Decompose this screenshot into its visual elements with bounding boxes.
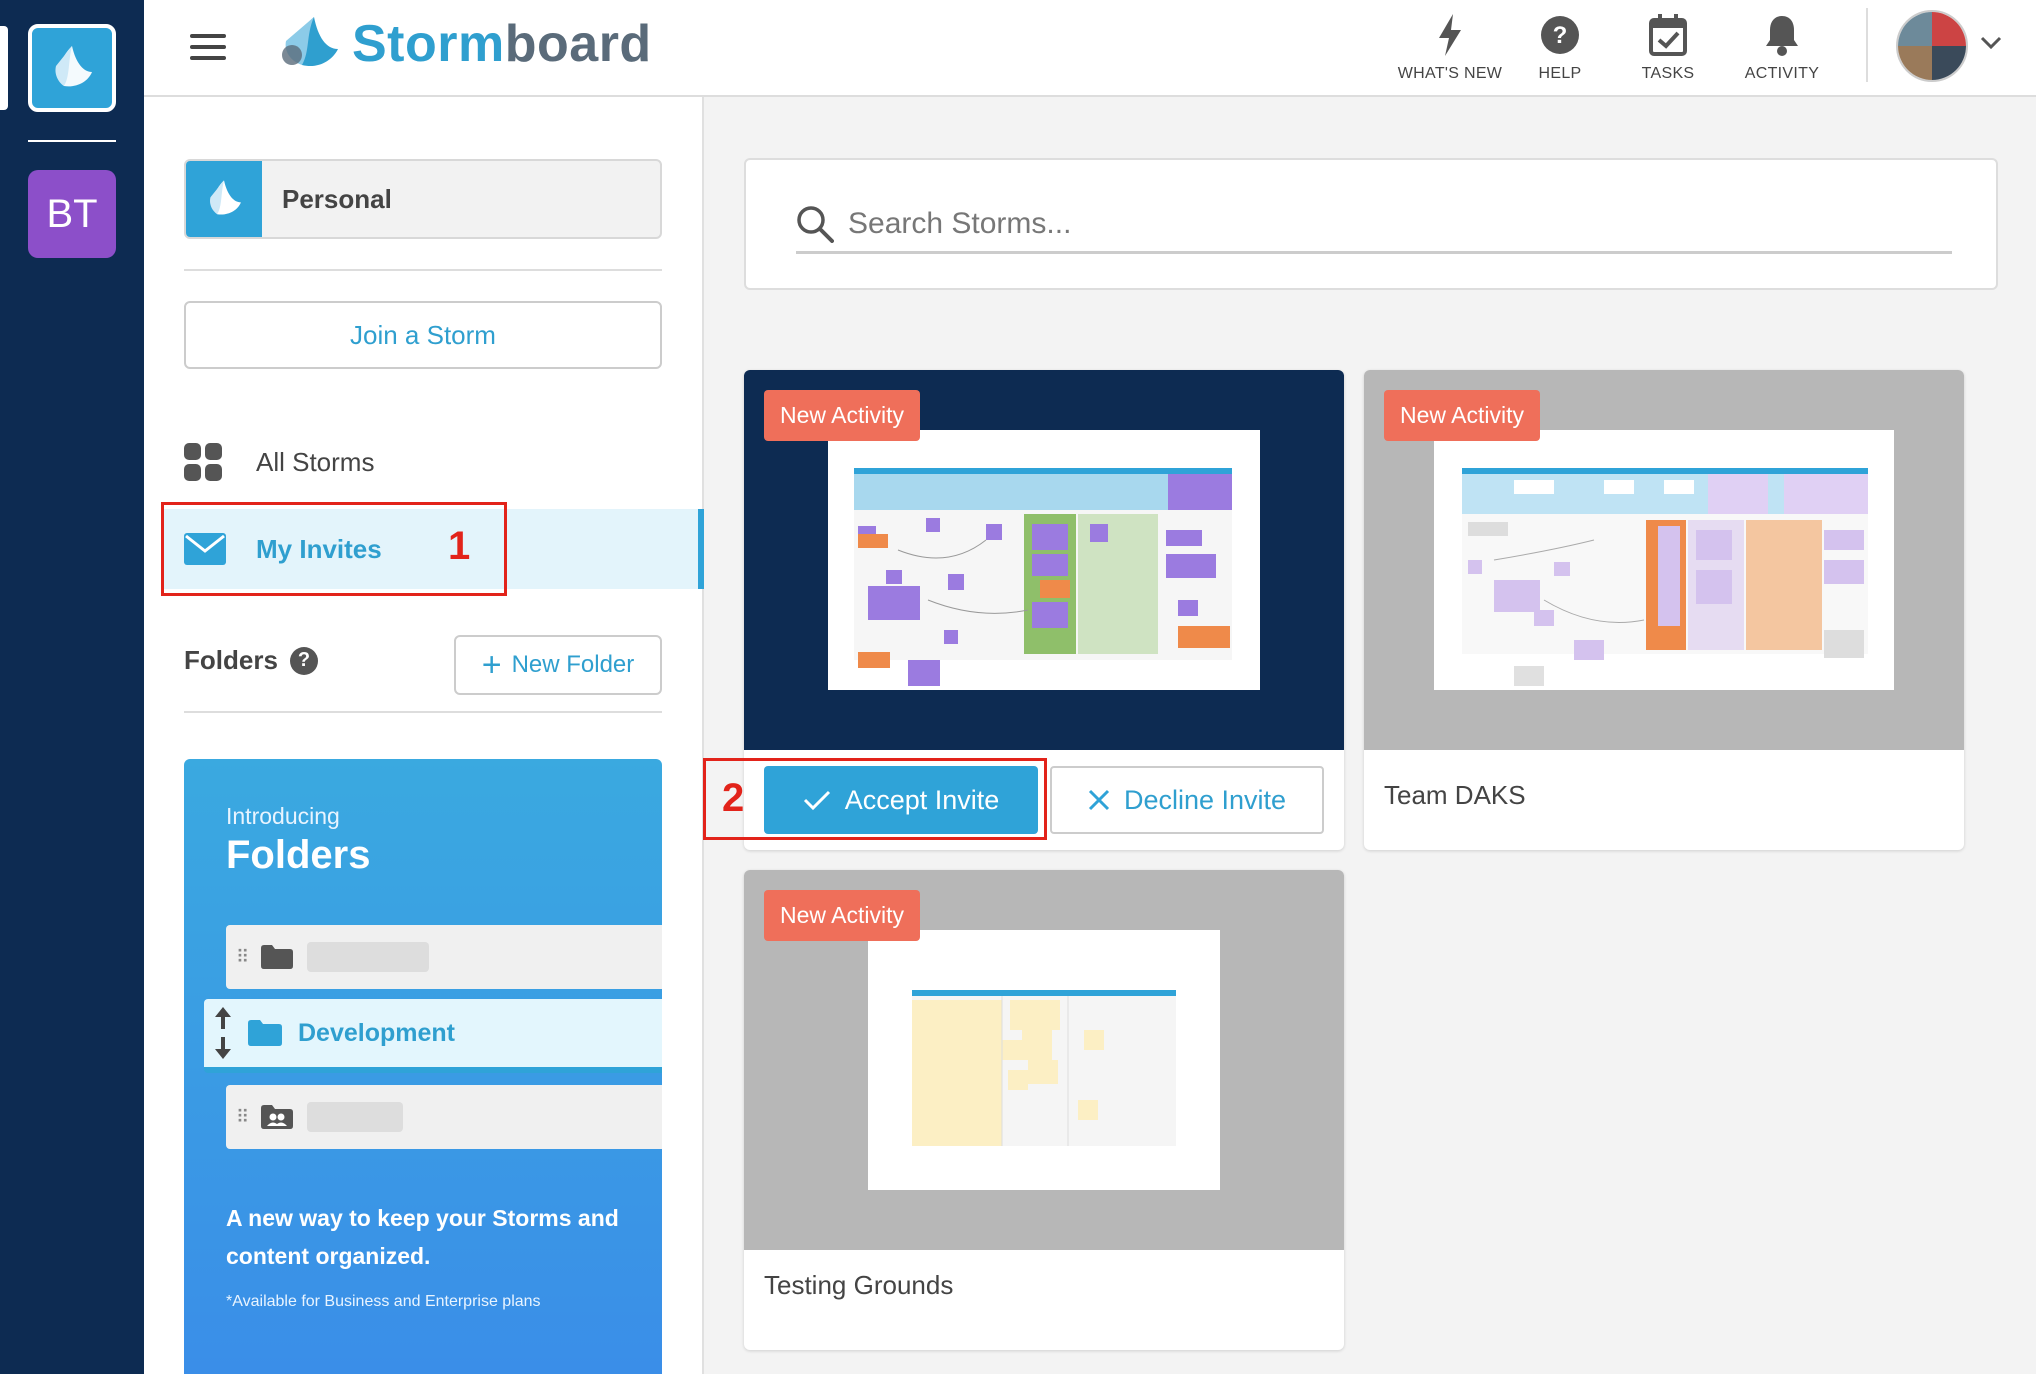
rail-divider (28, 140, 116, 142)
sidebar: Personal Join a Storm All Storms My Invi… (144, 97, 704, 1374)
new-folder-button[interactable]: + New Folder (454, 635, 662, 695)
shared-folder-icon (261, 1105, 294, 1129)
divider (184, 269, 662, 271)
decline-invite-button[interactable]: Decline Invite (1050, 766, 1324, 834)
brand-logo[interactable]: Stormboard (280, 14, 652, 74)
promo-folder-row: ⠿ (226, 1085, 662, 1149)
folders-promo-card: Introducing Folders ⠿ Development ⠿ A ne… (184, 759, 662, 1374)
folders-heading: Folders ? (184, 645, 318, 676)
promo-folder-label: Development (298, 1018, 455, 1047)
search-field[interactable] (796, 196, 1952, 254)
help-circle-icon: ? (1541, 16, 1579, 54)
storm-card[interactable]: New Activity Team DAKS (1364, 370, 1964, 850)
new-activity-badge: New Activity (764, 390, 920, 441)
storm-card-preview[interactable]: New Activity (744, 870, 1344, 1250)
folder-icon (248, 1020, 282, 1046)
storm-thumbnail (828, 430, 1260, 690)
stormboard-logo-icon[interactable] (28, 24, 116, 112)
drag-handle-icon: ⠿ (236, 1106, 249, 1127)
search-icon (797, 205, 834, 243)
storm-card-title[interactable]: Team DAKS (1384, 780, 1526, 811)
storm-thumbnail (1434, 430, 1894, 690)
grid-icon (184, 443, 222, 481)
help-label: HELP (1538, 65, 1582, 82)
placeholder-bar (307, 1102, 404, 1132)
storm-card-title[interactable]: Testing Grounds (764, 1270, 953, 1301)
chevron-down-icon[interactable] (1980, 36, 2002, 50)
nav-all-storms[interactable]: All Storms (184, 437, 374, 487)
search-input[interactable] (848, 206, 1848, 241)
whats-new-label: WHAT'S NEW (1397, 65, 1503, 82)
annotation-number-2: 2 (722, 776, 745, 820)
calendar-check-icon (1649, 14, 1687, 56)
storm-card[interactable]: New Activity Testing Grounds (744, 870, 1344, 1350)
svg-text:?: ? (1553, 22, 1568, 49)
promo-description: A new way to keep your Storms and conten… (226, 1205, 619, 1269)
activity-label: ACTIVITY (1744, 65, 1820, 82)
storm-card-preview[interactable]: New Activity (1364, 370, 1964, 750)
promo-intro: Introducing (226, 803, 340, 829)
storm-card-preview[interactable]: New Activity (744, 370, 1344, 750)
tasks-button[interactable]: TASKS (1628, 0, 1708, 96)
tasks-label: TASKS (1641, 65, 1695, 82)
new-activity-badge: New Activity (1384, 390, 1540, 441)
annotation-number-1: 1 (448, 524, 471, 568)
brand-name-part1: Storm (352, 15, 505, 73)
nav-all-storms-label: All Storms (256, 446, 375, 477)
drag-handle-icon: ⠿ (236, 946, 249, 967)
whats-new-button[interactable]: WHAT'S NEW (1390, 0, 1510, 96)
annotation-box-2 (703, 758, 1047, 840)
promo-title: Folders (226, 833, 371, 877)
folders-title: Folders (184, 645, 278, 675)
move-arrows-icon (215, 1007, 231, 1059)
plus-icon: + (481, 646, 502, 684)
stormboard-brand-icon (282, 17, 338, 67)
new-activity-badge: New Activity (764, 890, 920, 941)
lightning-icon (1439, 14, 1461, 56)
header-divider (1866, 8, 1868, 82)
folder-icon (261, 945, 294, 969)
promo-folder-row: ⠿ (226, 925, 662, 989)
decline-invite-label: Decline Invite (1123, 784, 1287, 815)
bell-icon (1766, 16, 1798, 56)
storm-thumbnail (868, 930, 1220, 1190)
placeholder-bar (307, 942, 430, 972)
promo-folder-row-development: Development (204, 999, 662, 1073)
activity-button[interactable]: ACTIVITY (1732, 0, 1832, 96)
hamburger-menu-icon[interactable] (190, 34, 226, 60)
workspace-rail: BT (0, 0, 144, 1374)
workspace-selector[interactable]: Personal (184, 159, 662, 239)
promo-note: *Available for Business and Enterprise p… (226, 1293, 541, 1310)
top-header: Stormboard WHAT'S NEW ? HELP TASKS ACTIV… (144, 0, 2036, 97)
help-icon[interactable]: ? (289, 646, 318, 675)
divider (184, 711, 662, 713)
join-storm-button[interactable]: Join a Storm (184, 301, 662, 369)
close-icon (1088, 789, 1110, 811)
workspace-bt-button[interactable]: BT (28, 170, 116, 258)
brand-name-part2: board (504, 15, 652, 73)
search-card (744, 158, 1998, 290)
rail-active-marker (0, 26, 8, 110)
user-avatar[interactable] (1896, 10, 1968, 82)
workspace-label: Personal (282, 183, 392, 214)
help-button[interactable]: ? HELP (1520, 0, 1600, 96)
stormboard-logo-icon (186, 161, 262, 237)
new-folder-label: New Folder (511, 651, 635, 678)
